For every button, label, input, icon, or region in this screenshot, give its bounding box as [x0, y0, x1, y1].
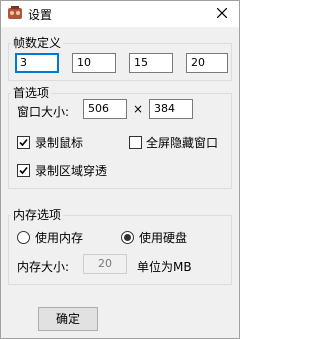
use-disk-radio[interactable]	[121, 231, 134, 244]
options-group-label: 首选项	[11, 84, 52, 101]
title-bar[interactable]: 设置	[1, 1, 239, 27]
use-memory-label[interactable]: 使用内存	[35, 229, 83, 246]
frame-input-4[interactable]: 20	[186, 53, 228, 73]
memory-size-label: 内存大小:	[17, 260, 70, 274]
radio-selected-dot	[124, 234, 131, 241]
record-transparent-label[interactable]: 录制区域穿透	[35, 162, 107, 179]
app-icon	[7, 5, 23, 21]
record-mouse-checkbox[interactable]	[17, 136, 30, 149]
settings-window: 设置 帧数定义 3 10 15 20 首选项 窗口大小: 506 × 384 录…	[0, 0, 240, 339]
check-icon	[19, 138, 28, 147]
window-size-label: 窗口大小:	[17, 105, 70, 119]
frame-input-3[interactable]: 15	[129, 53, 173, 73]
memory-size-input[interactable]: 20	[83, 254, 127, 274]
close-icon	[216, 7, 228, 21]
record-transparent-checkbox[interactable]	[17, 164, 30, 177]
memory-group-label: 内存选项	[11, 206, 64, 223]
ok-button[interactable]: 确定	[38, 307, 98, 331]
record-mouse-label[interactable]: 录制鼠标	[35, 134, 83, 151]
window-width-input[interactable]: 506	[83, 99, 127, 119]
footer-bar	[1, 298, 239, 338]
check-icon	[19, 166, 28, 175]
use-disk-label[interactable]: 使用硬盘	[139, 229, 187, 246]
frame-input-2[interactable]: 10	[72, 53, 116, 73]
fullscreen-hide-label[interactable]: 全屏隐藏窗口	[146, 134, 218, 151]
unit-label: 单位为MB	[137, 260, 192, 274]
fullscreen-hide-checkbox[interactable]	[129, 136, 142, 149]
frame-input-1[interactable]: 3	[15, 53, 59, 73]
close-button[interactable]	[209, 3, 235, 25]
window-title: 设置	[28, 8, 53, 22]
use-memory-radio[interactable]	[17, 231, 30, 244]
times-sign: ×	[133, 102, 144, 116]
window-height-input[interactable]: 384	[149, 99, 193, 119]
frame-group-label: 帧数定义	[11, 34, 64, 51]
